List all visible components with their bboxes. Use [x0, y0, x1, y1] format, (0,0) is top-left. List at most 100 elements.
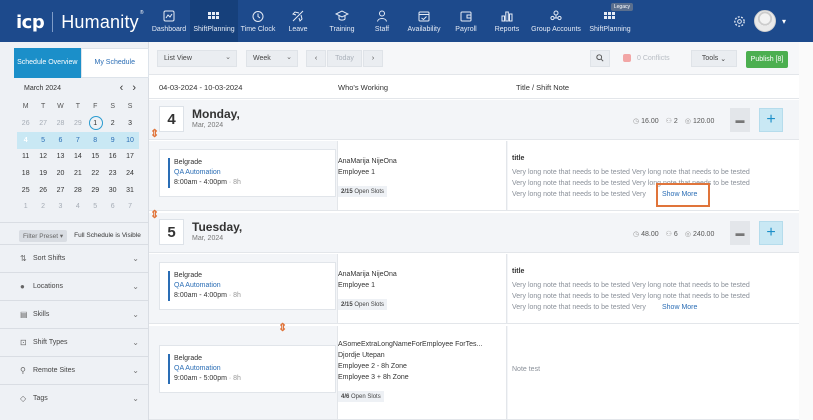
worker-name[interactable]: Employee 3 + 8h Zone	[338, 374, 409, 381]
calendar-day[interactable]: 27	[52, 184, 69, 198]
open-slots-badge[interactable]: 4/6 Open Slots	[338, 391, 384, 402]
settings-gear-icon[interactable]	[733, 15, 746, 28]
resize-handle-icon[interactable]: ⇕	[278, 321, 287, 334]
calendar-day[interactable]: 6	[104, 200, 121, 214]
logo[interactable]: icp Humanity ®	[16, 10, 144, 34]
calendar-day[interactable]: 26	[34, 184, 51, 198]
section-skills[interactable]: ▤ Skills ⌄	[0, 300, 149, 328]
nav-dashboard[interactable]: Dashboard	[150, 0, 188, 42]
chevron-left-icon[interactable]: ‹	[120, 82, 124, 94]
calendar-day-today[interactable]: 1	[87, 116, 104, 131]
calendar-day[interactable]: 14	[69, 150, 86, 164]
calendar-day[interactable]: 23	[104, 167, 121, 181]
section-locations[interactable]: ● Locations ⌄	[0, 272, 149, 300]
nav-reports[interactable]: Reports	[494, 0, 520, 42]
nav-training[interactable]: Training	[326, 0, 358, 42]
worker-name[interactable]: AnaMarija NijeOna	[338, 158, 397, 165]
shift-card[interactable]: Belgrade QA Automation 9:00am - 5:00pm ·…	[159, 345, 336, 393]
worker-name[interactable]: AnaMarija NijeOna	[338, 271, 397, 278]
calendar-day[interactable]: 17	[121, 150, 138, 164]
calendar-day[interactable]: 31	[121, 184, 138, 198]
calendar-day[interactable]: 9	[104, 134, 121, 148]
calendar-day[interactable]: 29	[69, 117, 86, 131]
calendar-day[interactable]: 22	[87, 167, 104, 181]
calendar-day[interactable]: 6	[52, 134, 69, 148]
shift-card[interactable]: Belgrade QA Automation 8:00am - 4:00pm ·…	[159, 149, 336, 197]
section-shift-types[interactable]: ⊡ Shift Types ⌄	[0, 328, 149, 356]
calendar-day[interactable]: 12	[34, 150, 51, 164]
calendar-day[interactable]: 18	[17, 167, 34, 181]
calendar-day[interactable]: 3	[52, 200, 69, 214]
calendar-day[interactable]: 2	[34, 200, 51, 214]
calendar-day[interactable]: 8	[87, 134, 104, 148]
search-button[interactable]	[590, 50, 610, 67]
nav-staff[interactable]: Staff	[370, 0, 394, 42]
tab-my-schedule[interactable]: My Schedule	[80, 48, 149, 78]
publish-button[interactable]: Publish [8]	[746, 51, 788, 68]
calendar-day[interactable]: 26	[17, 117, 34, 131]
calendar-day[interactable]: 10	[121, 134, 138, 148]
calendar-day[interactable]: 30	[104, 184, 121, 198]
tools-dropdown[interactable]: Tools ⌄	[691, 50, 737, 67]
open-slots-badge[interactable]: 2/15 Open Slots	[338, 186, 388, 197]
worker-name[interactable]: Employee 1	[338, 169, 375, 176]
calendar-day[interactable]: 5	[34, 134, 51, 148]
calendar-day[interactable]: 25	[17, 184, 34, 198]
add-shift-button[interactable]: +	[759, 221, 783, 245]
previous-week-button[interactable]: ‹	[306, 50, 326, 67]
view-select[interactable]: List View ⌄	[157, 50, 237, 67]
nav-shiftplanning-legacy[interactable]: Legacy ShiftPlanning	[585, 0, 635, 42]
calendar-day[interactable]: 1	[17, 200, 34, 214]
section-tags[interactable]: ◇ Tags ⌄	[0, 384, 149, 412]
calendar-day[interactable]: 21	[69, 167, 86, 181]
calendar-day[interactable]: 19	[34, 167, 51, 181]
worker-name[interactable]: Djordje Utepan	[338, 352, 385, 359]
next-week-button[interactable]: ›	[363, 50, 383, 67]
calendar-day[interactable]: 28	[69, 184, 86, 198]
resize-handle-icon[interactable]: ⇕	[150, 208, 159, 221]
nav-leave[interactable]: Leave	[283, 0, 313, 42]
worker-name[interactable]: Employee 2 - 8h Zone	[338, 363, 407, 370]
calendar-day[interactable]: 15	[87, 150, 104, 164]
worker-name[interactable]: Employee 1	[338, 282, 375, 289]
calendar-day[interactable]: 2	[104, 117, 121, 131]
calendar-day-selected[interactable]: 4	[17, 133, 34, 148]
nav-time-clock[interactable]: Time Clock	[240, 0, 276, 42]
range-select[interactable]: Week ⌄	[246, 50, 298, 67]
conflicts-indicator[interactable]: 0 Conflicts	[623, 54, 670, 62]
worker-name[interactable]: ASomeExtraLongNameForEmployee ForTes...	[338, 341, 482, 348]
calendar-day[interactable]: 13	[52, 150, 69, 164]
show-more-link[interactable]: Show More	[662, 304, 697, 311]
calendar-day[interactable]: 4	[69, 200, 86, 214]
add-shift-button[interactable]: +	[759, 108, 783, 132]
calendar-day[interactable]: 20	[52, 167, 69, 181]
calendar-day[interactable]: 16	[104, 150, 121, 164]
calendar-day[interactable]: 11	[17, 150, 34, 164]
shift-card[interactable]: Belgrade QA Automation 8:00am - 4:00pm ·…	[159, 262, 336, 310]
calendar-day[interactable]: 27	[34, 117, 51, 131]
filter-preset-dropdown[interactable]: Filter Preset ▾	[19, 229, 68, 242]
calendar-day[interactable]: 3	[121, 117, 138, 131]
section-remote-sites[interactable]: ⚲ Remote Sites ⌄	[0, 356, 149, 384]
calendar-day[interactable]: 7	[121, 200, 138, 214]
today-button[interactable]: Today	[327, 50, 362, 67]
resize-handle-icon[interactable]: ⇕	[150, 127, 159, 140]
calendar-day[interactable]: 28	[52, 117, 69, 131]
open-slots-badge[interactable]: 2/15 Open Slots	[338, 299, 388, 310]
nav-payroll[interactable]: Payroll	[453, 0, 479, 42]
user-avatar[interactable]	[754, 10, 776, 32]
calendar-day[interactable]: 24	[121, 167, 138, 181]
calendar-day[interactable]: 29	[87, 184, 104, 198]
nav-group-accounts[interactable]: Group Accounts	[531, 0, 581, 42]
tab-schedule-overview[interactable]: Schedule Overview	[14, 48, 81, 78]
chevron-right-icon[interactable]: ›	[132, 82, 136, 94]
scrollbar[interactable]	[799, 42, 813, 420]
day-note-button[interactable]: ▬	[730, 108, 750, 132]
chevron-down-icon[interactable]: ▾	[782, 17, 786, 26]
calendar-day[interactable]: 5	[87, 200, 104, 214]
nav-shiftplanning[interactable]: ShiftPlanning	[190, 0, 238, 42]
day-note-button[interactable]: ▬	[730, 221, 750, 245]
calendar-day[interactable]: 7	[69, 134, 86, 148]
section-sort-shifts[interactable]: ⇅ Sort Shifts ⌄	[0, 244, 149, 272]
nav-availability[interactable]: Availability	[406, 0, 442, 42]
